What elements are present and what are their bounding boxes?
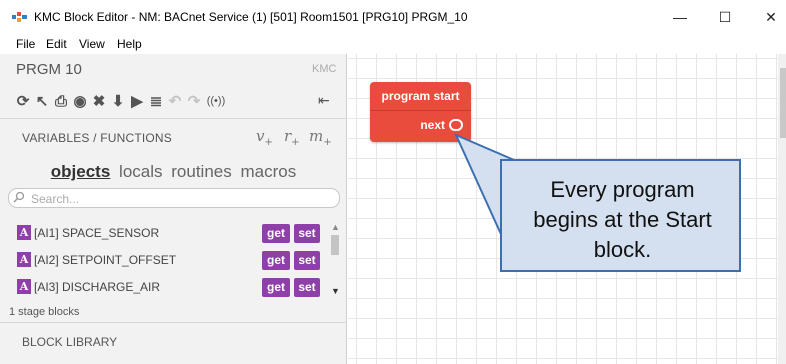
callout-line: Every program: [550, 177, 695, 202]
callout-line: block.: [593, 237, 652, 262]
callout-line: begins at the Start: [533, 207, 712, 232]
callout-text: Every program begins at the Start block.: [502, 175, 743, 265]
callout-box: Every program begins at the Start block.: [500, 159, 741, 272]
